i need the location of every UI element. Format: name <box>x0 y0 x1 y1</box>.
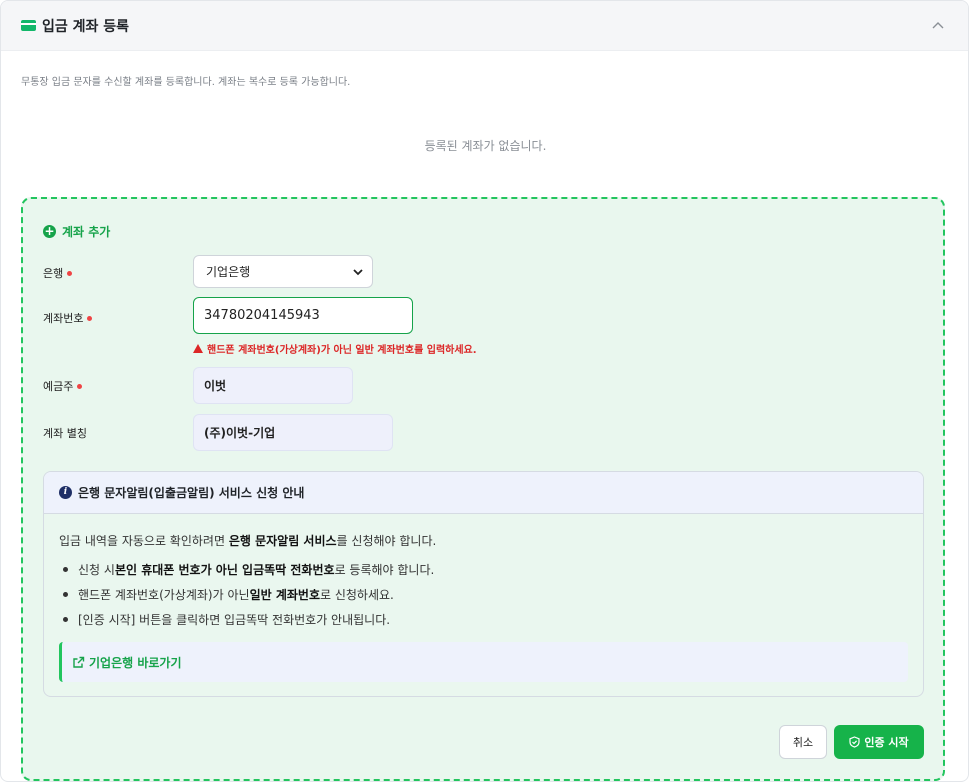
info-title: 은행 문자알림(입출금알림) 서비스 신청 안내 <box>78 486 305 500</box>
alias-label-text: 계좌 별칭 <box>43 427 87 440</box>
start-verification-button[interactable]: 인증 시작 <box>834 725 924 759</box>
info-intro-bold: 은행 문자알림 서비스 <box>228 534 337 548</box>
plus-circle-icon: + <box>43 224 56 238</box>
bank-label: 은행 <box>43 265 73 281</box>
required-dot <box>67 270 73 276</box>
chevron-down-icon <box>353 269 363 276</box>
panel-title: 입금 계좌 등록 <box>42 18 130 35</box>
account-registration-panel: 입금 계좌 등록 무통장 입금 문자를 수신할 계좌를 등록합니다. 계좌는 복… <box>0 0 969 782</box>
holder-label-text: 예금주 <box>43 380 74 393</box>
holder-field[interactable]: 이벗 <box>193 367 353 404</box>
warning-icon <box>193 344 203 353</box>
info-intro-suffix: 를 신청해야 합니다. <box>336 534 437 548</box>
alias-label: 계좌 별칭 <box>43 425 87 441</box>
bank-shortcut-link[interactable]: 기업은행 바로가기 <box>59 642 908 682</box>
bank-select-value: 기업은행 <box>206 265 251 279</box>
info-bullets: 신청 시 본인 휴대폰 번호가 아닌 입금똑딱 전화번호 로 등록해야 합니다. … <box>59 557 434 632</box>
required-dot <box>77 383 83 389</box>
panel-header[interactable]: 입금 계좌 등록 <box>1 1 968 51</box>
list-item: 신청 시 본인 휴대폰 번호가 아닌 입금똑딱 전화번호 로 등록해야 합니다. <box>59 557 434 582</box>
info-icon: i <box>59 486 72 499</box>
add-account-form: + 계좌 추가 은행 기업은행 계좌번호 34780204145943 핸드폰 … <box>21 197 945 781</box>
bank-label-text: 은행 <box>43 267 64 280</box>
panel-description: 무통장 입금 문자를 수신할 계좌를 등록합니다. 계좌는 복수로 등록 가능합… <box>21 77 351 88</box>
account-warning: 핸드폰 계좌번호(가상계좌)가 아닌 일반 계좌번호를 입력하세요. <box>193 341 477 356</box>
account-warning-text: 핸드폰 계좌번호(가상계좌)가 아닌 일반 계좌번호를 입력하세요. <box>207 345 477 356</box>
sms-service-info: i 은행 문자알림(입출금알림) 서비스 신청 안내 입금 내역을 자동으로 확… <box>43 471 924 697</box>
cancel-button[interactable]: 취소 <box>779 725 827 759</box>
info-intro: 입금 내역을 자동으로 확인하려면 은행 문자알림 서비스를 신청해야 합니다. <box>59 532 436 549</box>
empty-message: 등록된 계좌가 없습니다. <box>424 139 547 153</box>
bank-shortcut-label: 기업은행 바로가기 <box>89 655 182 670</box>
list-item: [인증 시작] 버튼을 클릭하면 입금똑딱 전화번호가 안내됩니다. <box>59 607 434 632</box>
external-link-icon <box>73 656 85 668</box>
credit-card-icon <box>21 20 36 31</box>
account-number-label-text: 계좌번호 <box>43 312 84 325</box>
shield-check-icon <box>849 736 860 748</box>
required-dot <box>87 315 93 321</box>
bank-select[interactable]: 기업은행 <box>193 255 373 288</box>
account-number-label: 계좌번호 <box>43 310 93 326</box>
list-item: 핸드폰 계좌번호(가상계좌)가 아닌 일반 계좌번호 로 신청하세요. <box>59 582 434 607</box>
alias-field[interactable]: (주)이벗-기업 <box>193 414 393 451</box>
info-intro-prefix: 입금 내역을 자동으로 확인하려면 <box>59 534 229 548</box>
holder-label: 예금주 <box>43 378 83 394</box>
start-verification-label: 인증 시작 <box>864 736 909 749</box>
account-number-input[interactable]: 34780204145943 <box>193 297 413 334</box>
add-account-title-text: 계좌 추가 <box>62 225 111 239</box>
chevron-up-icon <box>932 22 944 29</box>
collapse-button[interactable] <box>930 18 946 34</box>
add-account-title: + 계좌 추가 <box>43 223 110 240</box>
info-header: i 은행 문자알림(입출금알림) 서비스 신청 안내 <box>44 472 923 514</box>
